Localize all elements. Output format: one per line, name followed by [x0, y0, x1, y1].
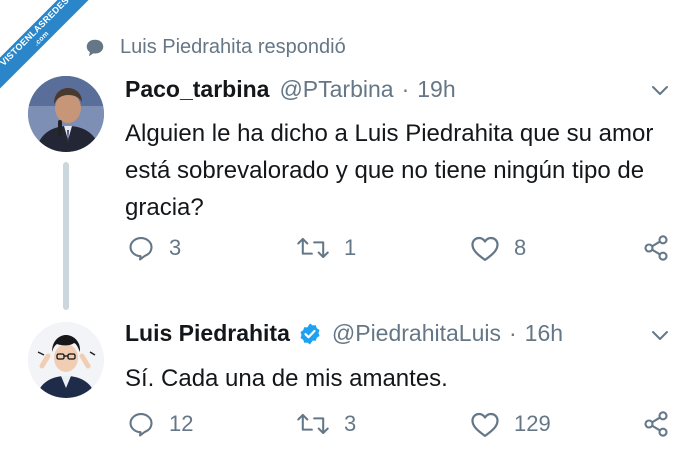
- retweet-icon: [297, 413, 329, 435]
- separator: ·: [401, 76, 410, 102]
- separator: ·: [508, 320, 517, 346]
- verified-badge-icon: [298, 322, 322, 346]
- reply-count: 3: [169, 235, 182, 260]
- retweet-button[interactable]: 3: [296, 410, 356, 438]
- reply-count: 12: [169, 411, 194, 436]
- chevron-down-icon[interactable]: [650, 325, 670, 345]
- replied-label: Luis Piedrahita respondió: [120, 36, 346, 58]
- chevron-down-icon[interactable]: [650, 80, 670, 100]
- share-icon: [644, 411, 668, 437]
- retweet-button[interactable]: 1: [296, 234, 356, 262]
- replied-indicator: Luis Piedrahita respondió: [84, 36, 346, 59]
- timestamp[interactable]: 19h: [417, 76, 455, 103]
- like-count: 8: [514, 235, 527, 260]
- display-name[interactable]: Luis Piedrahita: [125, 320, 290, 347]
- retweet-icon: [297, 237, 329, 259]
- user-handle[interactable]: @PTarbina: [279, 76, 393, 103]
- retweet-count: 3: [344, 411, 357, 436]
- share-button[interactable]: [642, 234, 670, 262]
- reply-button[interactable]: 12: [127, 410, 193, 438]
- tweet-header: Paco_tarbina @PTarbina · 19h: [125, 76, 456, 103]
- retweet-count: 1: [344, 235, 357, 260]
- like-button[interactable]: 129: [470, 410, 551, 438]
- reply-icon: [129, 413, 153, 437]
- tweet-text: Alguien le ha dicho a Luis Piedrahita qu…: [125, 120, 654, 221]
- display-name[interactable]: Paco_tarbina: [125, 76, 269, 103]
- watermark-text: VISTOENLASREDES: [0, 0, 71, 68]
- like-button[interactable]: 8: [470, 234, 526, 262]
- tweet-header: Luis Piedrahita @PiedrahitaLuis · 16h: [125, 320, 563, 347]
- reply-button[interactable]: 3: [127, 234, 181, 262]
- timestamp[interactable]: 16h: [525, 320, 563, 347]
- tweet-text: Sí. Cada una de mis amantes.: [125, 365, 448, 392]
- reply-icon: [129, 237, 153, 261]
- like-count: 129: [514, 411, 551, 436]
- like-icon: [471, 236, 499, 261]
- avatar-image: [28, 76, 104, 152]
- avatar[interactable]: [28, 322, 104, 398]
- avatar[interactable]: [28, 76, 104, 152]
- speech-bubble-icon: [86, 39, 104, 56]
- like-icon: [471, 412, 499, 437]
- user-handle[interactable]: @PiedrahitaLuis: [332, 320, 501, 347]
- avatar-image: [28, 322, 104, 398]
- thread-line: [63, 162, 69, 310]
- share-button[interactable]: [642, 410, 670, 438]
- share-icon: [644, 235, 668, 261]
